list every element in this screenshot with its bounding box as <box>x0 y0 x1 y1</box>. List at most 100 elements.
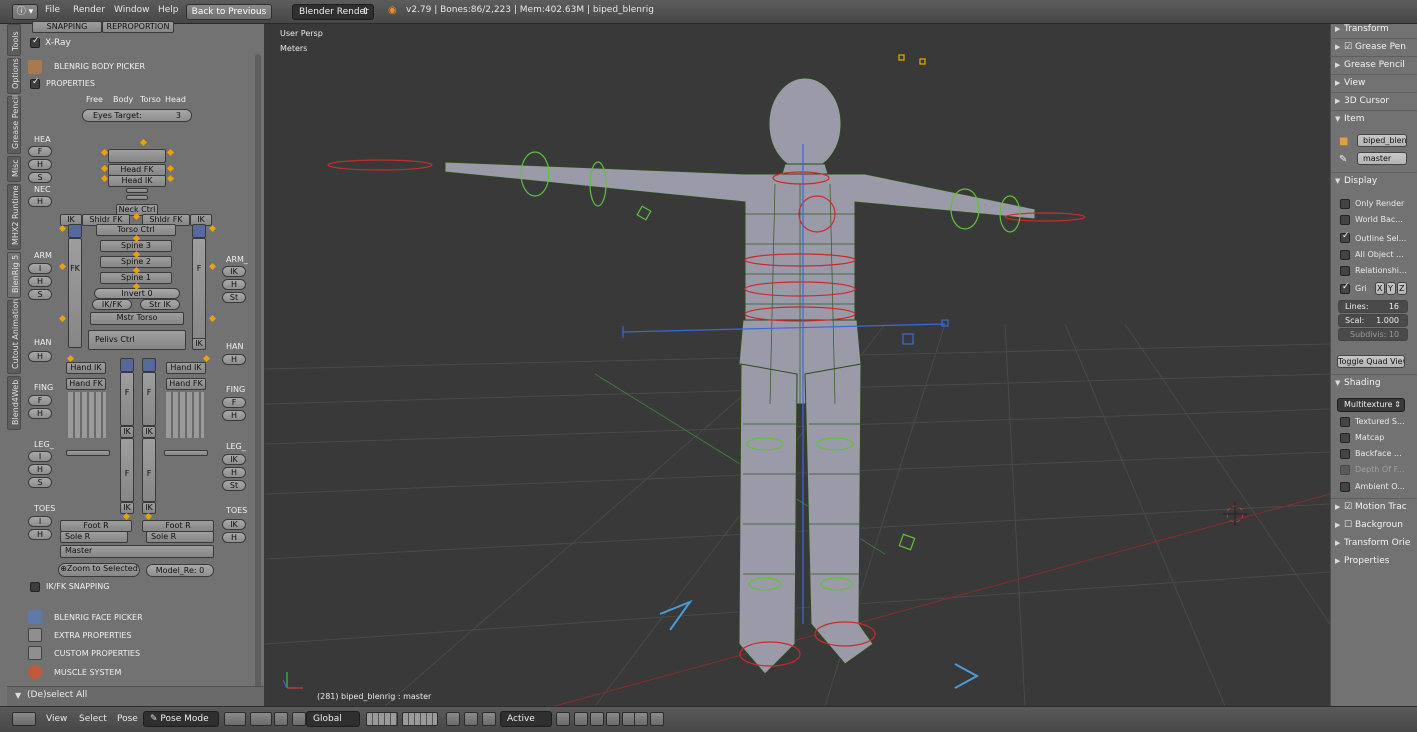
matcap-checkbox[interactable] <box>1340 433 1350 443</box>
layers-icon[interactable] <box>366 712 398 726</box>
leg-l-ik[interactable]: IK <box>120 426 134 438</box>
palm-right[interactable] <box>164 450 208 456</box>
leg-l-f2[interactable]: F <box>120 438 134 502</box>
pivot-select[interactable]: Active <box>500 711 552 727</box>
selector-dot[interactable] <box>58 224 67 233</box>
panel-grease-pen[interactable]: ▶ ☑ Grease Pen <box>1335 42 1406 52</box>
eyes-target-field[interactable]: Eyes Target: 3 <box>82 109 192 122</box>
viewport-shading-icon[interactable] <box>224 712 246 726</box>
leg-l-f[interactable]: F <box>120 372 134 426</box>
translate-icon[interactable] <box>292 712 306 726</box>
axis-z-toggle[interactable]: Z <box>1397 282 1407 295</box>
fingers-right[interactable] <box>166 392 204 438</box>
ikfk-snapping-checkbox[interactable] <box>30 582 40 592</box>
hand-r-h-pill[interactable]: H <box>222 354 246 365</box>
neck-seg-1[interactable] <box>126 188 148 193</box>
selector-dot[interactable] <box>122 512 131 521</box>
fing-r-h-pill[interactable]: H <box>222 410 246 421</box>
tab-blend4web[interactable]: Blend4Web <box>7 376 21 430</box>
mode-head[interactable]: Head <box>165 95 186 104</box>
hand-l-h-pill[interactable]: H <box>28 351 52 362</box>
toes-r-h-pill[interactable]: H <box>222 532 246 543</box>
arm-l-upper[interactable] <box>68 224 82 238</box>
leg-l-ik-bottom[interactable]: IK <box>120 502 134 514</box>
panel-transform-orientations[interactable]: ▶ Transform Orie <box>1335 538 1410 548</box>
arm-l-s-pill[interactable]: S <box>28 289 52 300</box>
hand-ik-right[interactable]: Hand IK <box>166 362 206 374</box>
menu-view[interactable]: View <box>46 714 67 724</box>
tab-misc[interactable]: Misc <box>7 156 21 182</box>
arm-l-i-pill[interactable]: I <box>28 263 52 274</box>
menu-render[interactable]: Render <box>73 5 105 15</box>
eyes-button[interactable] <box>108 149 166 163</box>
menu-help[interactable]: Help <box>158 5 179 15</box>
menu-select[interactable]: Select <box>79 714 107 724</box>
ikfk-field[interactable]: IK/FK <box>92 299 132 310</box>
selector-dot[interactable] <box>166 148 175 157</box>
bone-name-field[interactable]: master <box>1357 152 1407 165</box>
orientation-select[interactable]: Global <box>306 711 360 727</box>
toggle-quad-view-button[interactable]: Toggle Quad View <box>1337 355 1405 368</box>
arm-l-h-pill[interactable]: H <box>28 276 52 287</box>
panel-view[interactable]: ▶ View <box>1335 78 1365 88</box>
render-engine-select[interactable]: Blender Render ⇕ <box>292 4 374 20</box>
panel-motion-tracking[interactable]: ▶ ☑ Motion Trac <box>1335 502 1407 512</box>
fing-l-h-pill[interactable]: H <box>28 408 52 419</box>
editor-type-icon[interactable] <box>12 712 36 726</box>
leg-l-i-pill[interactable]: I <box>28 451 52 462</box>
arm-r-h-pill[interactable]: H <box>222 279 246 290</box>
sole-r-right[interactable]: Sole R <box>146 531 214 543</box>
selector-dot[interactable] <box>208 262 217 271</box>
panel-properties[interactable]: ▶ Properties <box>1335 556 1389 566</box>
selector-dot[interactable] <box>208 314 217 323</box>
arm-r-ik-pill[interactable]: IK <box>222 266 246 277</box>
leg-r-ik-bottom[interactable]: IK <box>142 502 156 514</box>
selector-dot[interactable] <box>100 174 109 183</box>
editor-type-button[interactable]: ⓘ ▾ <box>12 4 38 20</box>
object-name-field[interactable]: biped_blen <box>1357 134 1407 147</box>
hand-fk-right[interactable]: Hand FK <box>166 378 206 390</box>
paste-flip-icon[interactable] <box>634 712 648 726</box>
leg-r-ik[interactable]: IK <box>142 426 156 438</box>
ghost-icon[interactable] <box>464 712 478 726</box>
grid-scale-field[interactable]: Scal: 1.000 <box>1338 314 1408 327</box>
selector-dot[interactable] <box>208 224 217 233</box>
leg-l-h-pill[interactable]: H <box>28 464 52 475</box>
selector-dot[interactable] <box>58 314 67 323</box>
manipulator-icon[interactable] <box>274 712 288 726</box>
world-bg-checkbox[interactable] <box>1340 215 1350 225</box>
leg-l-s-pill[interactable]: S <box>28 477 52 488</box>
arm-r-ik-bottom[interactable]: IK <box>192 338 206 350</box>
neck-h-pill[interactable]: H <box>28 196 52 207</box>
camera-icon[interactable] <box>590 712 604 726</box>
panel-display[interactable]: ▼ Display <box>1335 176 1377 186</box>
mstr-torso-button[interactable]: Mstr Torso <box>90 312 184 325</box>
str-ik-field[interactable]: Str IK <box>140 299 180 310</box>
outline-selected-checkbox[interactable] <box>1340 231 1350 243</box>
mode-free[interactable]: Free <box>86 95 103 104</box>
arm-r-f[interactable]: F <box>192 238 206 348</box>
leg-r-h-pill[interactable]: H <box>222 467 246 478</box>
proportional-icon[interactable] <box>482 712 496 726</box>
hand-fk-left[interactable]: Hand FK <box>66 378 106 390</box>
tool-shelf-scrollbar[interactable] <box>255 54 261 704</box>
keyframe-icon[interactable] <box>650 712 664 726</box>
selector-dot[interactable] <box>139 138 148 147</box>
textured-solid-checkbox[interactable] <box>1340 417 1350 427</box>
backface-checkbox[interactable] <box>1340 449 1350 459</box>
3d-viewport[interactable]: User Persp Meters (281) biped_blenrig : … <box>265 24 1330 706</box>
properties-checkbox[interactable] <box>30 77 40 89</box>
toes-l-i-pill[interactable]: I <box>28 516 52 527</box>
selector-dot[interactable] <box>100 148 109 157</box>
model-res-field[interactable]: Model_Re: 0 <box>146 564 214 577</box>
selector-dot[interactable] <box>202 354 211 363</box>
arm-l-fk[interactable]: FK <box>68 238 82 348</box>
grid-checkbox[interactable] <box>1340 282 1350 294</box>
leg-r-f2[interactable]: F <box>142 438 156 502</box>
panel-item[interactable]: ▼ Item <box>1335 114 1365 124</box>
pelvis-ctrl-button[interactable]: Pelivs Ctrl <box>88 330 186 350</box>
fing-l-f-pill[interactable]: F <box>28 395 52 406</box>
leg-r-f[interactable]: F <box>142 372 156 426</box>
selector-dot[interactable] <box>166 164 175 173</box>
selector-dot[interactable] <box>58 262 67 271</box>
